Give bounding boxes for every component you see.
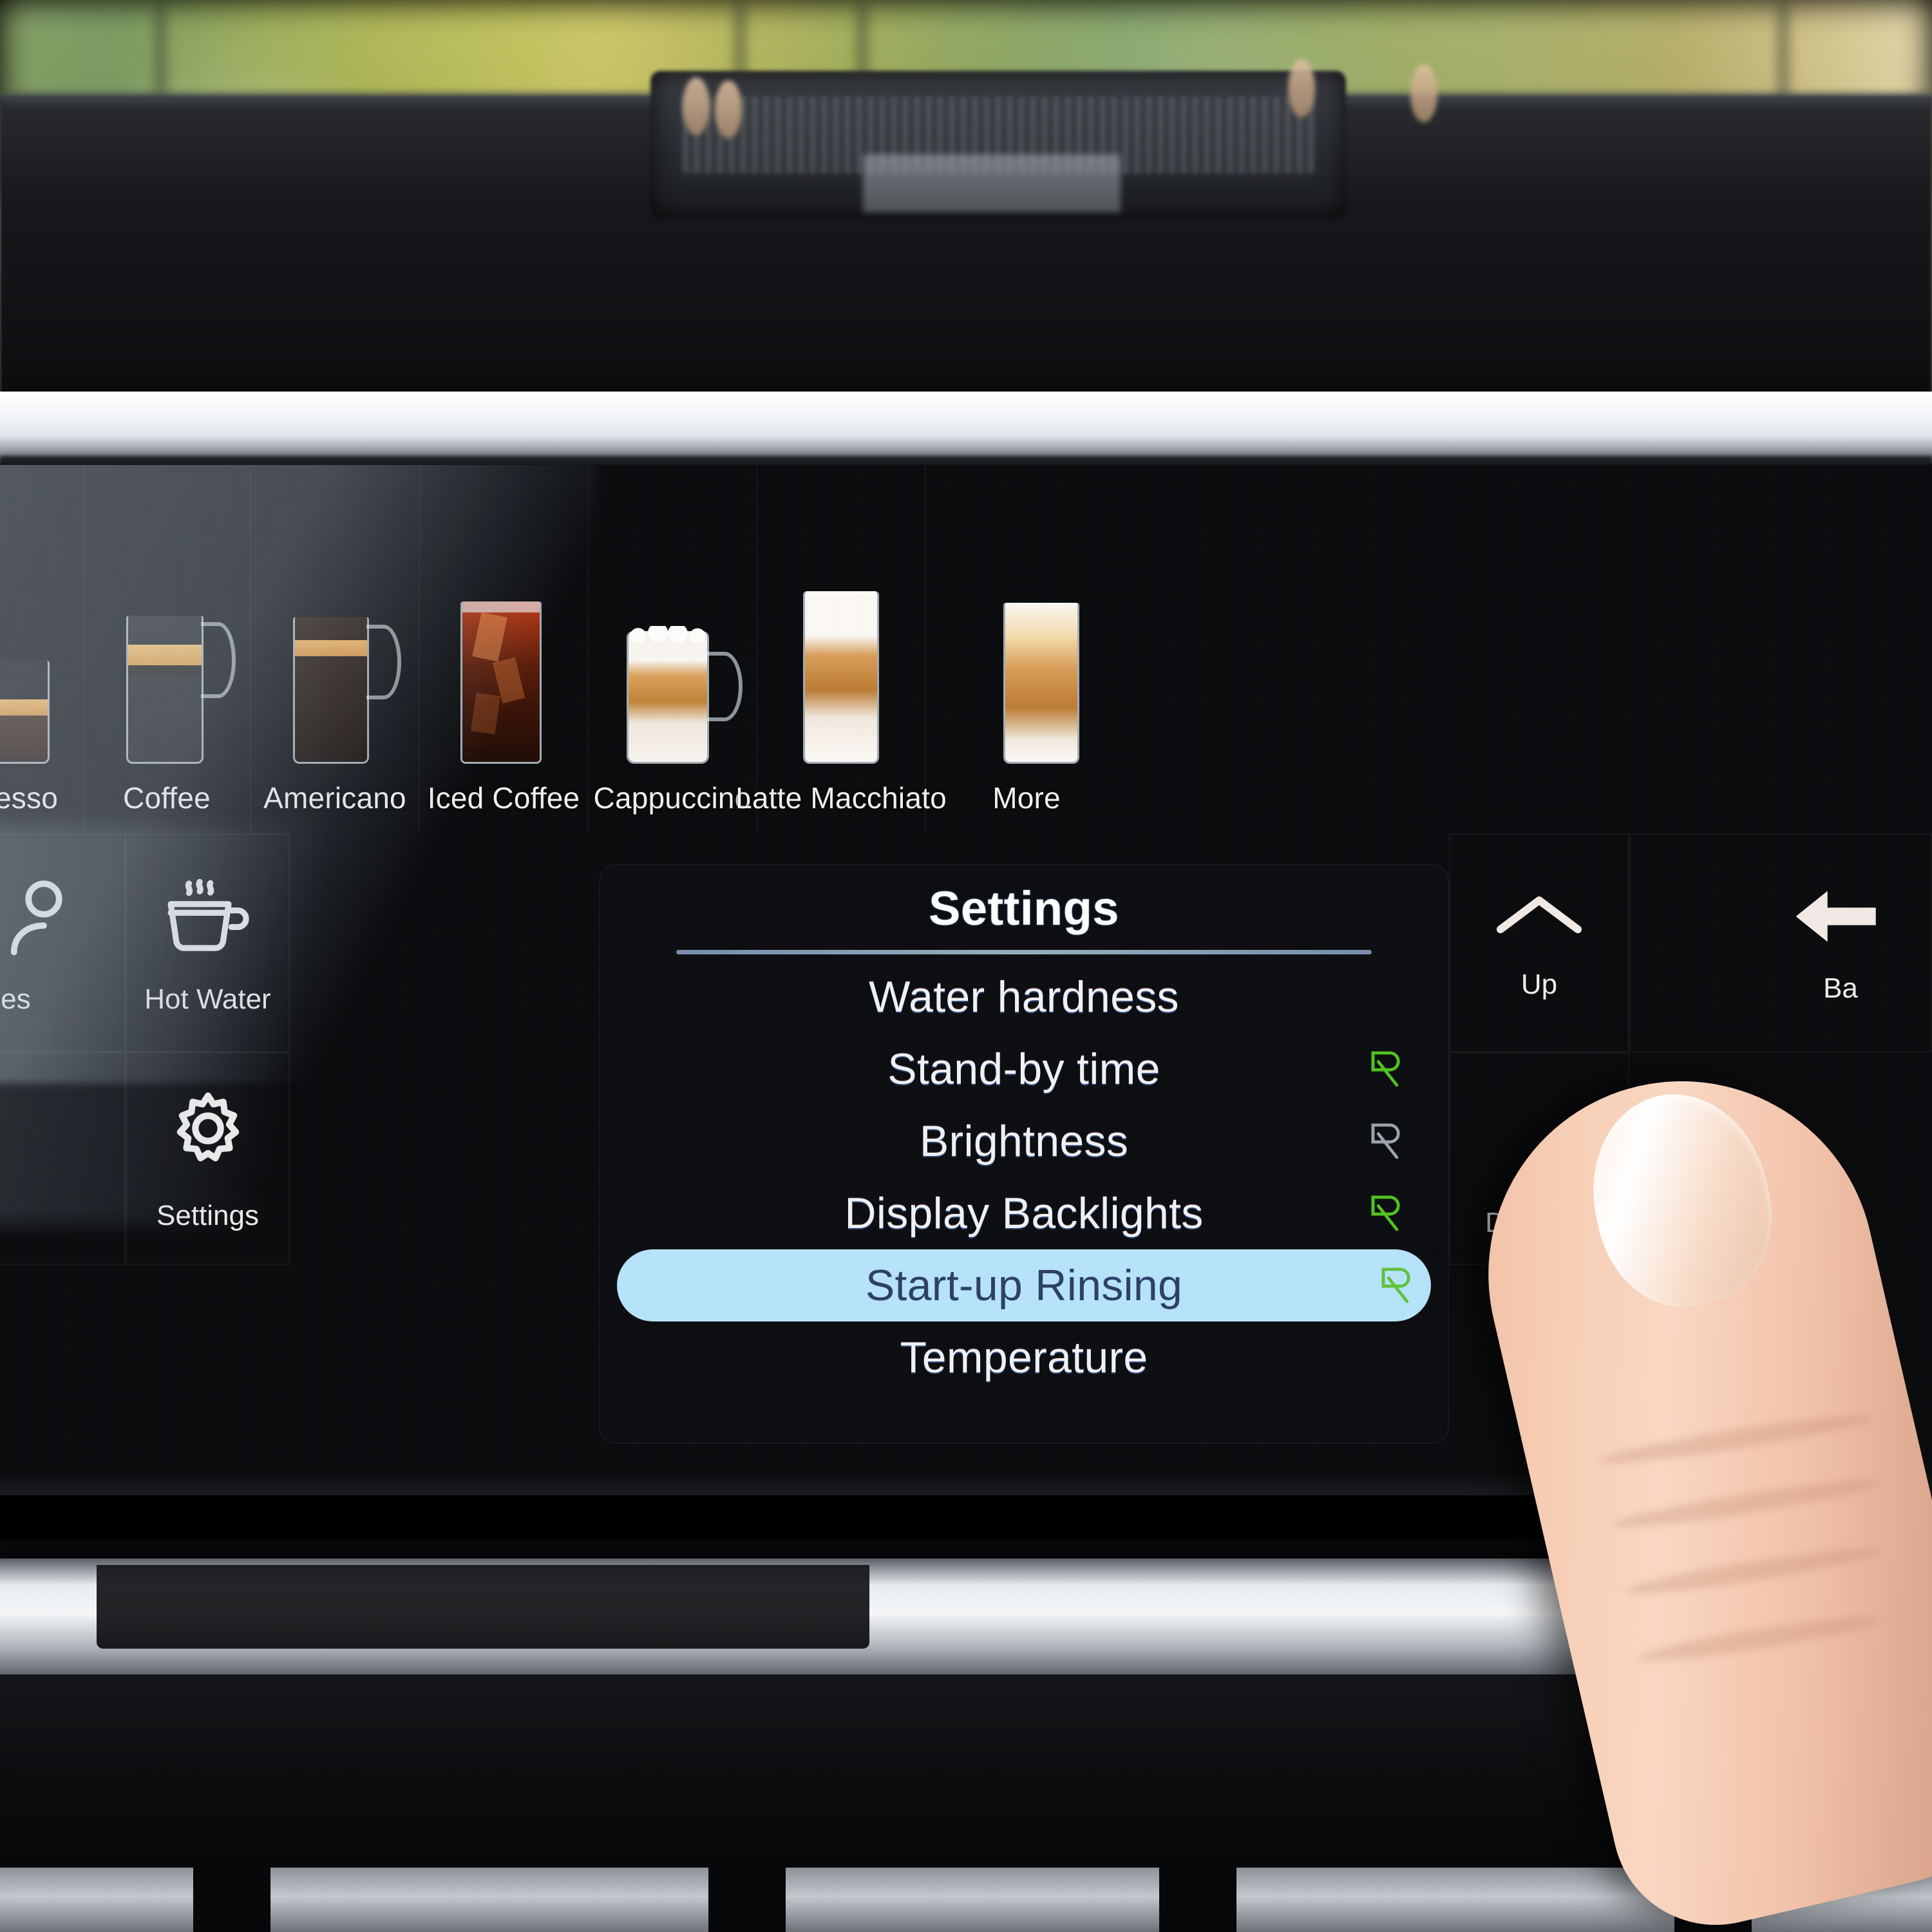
chevron-up-icon (1496, 896, 1582, 934)
settings-item-brightness[interactable]: Brightness (627, 1105, 1421, 1177)
eco-leaf-icon (1371, 1195, 1400, 1231)
settings-divider (676, 950, 1372, 954)
hopper-pin (1288, 59, 1315, 117)
nav-tile-label: Ba (1823, 972, 1858, 1004)
cappuccino-cup-icon (598, 571, 746, 764)
beverage-tile-more[interactable]: More (926, 465, 1087, 832)
menu-tile-label: les (0, 983, 31, 1015)
iced-coffee-glass-icon (430, 571, 578, 764)
beverage-tile-iced-coffee[interactable]: Iced Coffee (420, 465, 589, 832)
settings-item-stand-by-time[interactable]: Stand-by time (627, 1033, 1421, 1105)
nav-tile-down[interactable]: D (1449, 1052, 1629, 1265)
beverage-label: More (992, 781, 1061, 815)
steaming-cup-icon (167, 878, 249, 951)
beverage-label: Coffee (123, 781, 211, 815)
beverage-label: Iced Coffee (427, 781, 580, 815)
touch-display[interactable]: esso Coffee Americano Iced Coffee Cappuc… (0, 465, 1932, 1470)
eco-leaf-icon (1371, 1051, 1400, 1087)
machine-front-panel (0, 1674, 1932, 1887)
settings-item-label: Water hardness (869, 972, 1179, 1021)
menu-tile-label: Settings (156, 1200, 259, 1231)
hopper-tab (863, 155, 1121, 213)
more-beverages-icon (933, 571, 1081, 764)
display-bottom-bezel (0, 1470, 1932, 1495)
settings-list: Water hardness Stand-by time Brightness (599, 961, 1449, 1394)
beverage-label: Cappuccino (593, 781, 752, 815)
nav-tile-label: D (1485, 1207, 1506, 1238)
settings-item-start-up-rinsing[interactable]: Start-up Rinsing (617, 1249, 1431, 1321)
beverage-tile-cappuccino[interactable]: Cappuccino (589, 465, 757, 832)
hopper-pin (715, 80, 742, 138)
settings-item-label: Brightness (919, 1117, 1129, 1166)
beverage-label: Latte Macchiato (735, 781, 947, 815)
americano-mug-icon (261, 571, 409, 764)
hopper-pin (683, 77, 710, 135)
drip-tray-trim (0, 1868, 1932, 1932)
nav-tile-up[interactable]: Up (1449, 833, 1629, 1052)
beverage-tile-espresso[interactable]: esso (0, 465, 84, 832)
beverage-tile-americano[interactable]: Americano (251, 465, 420, 832)
settings-item-temperature[interactable]: Temperature (627, 1321, 1421, 1394)
beverage-label: esso (0, 781, 58, 815)
settings-item-label: Start-up Rinsing (865, 1261, 1183, 1310)
menu-tile-clean[interactable]: n (0, 1052, 126, 1265)
nav-tile-back[interactable]: Ba (1629, 833, 1932, 1052)
beverage-label: Americano (263, 781, 406, 815)
eco-leaf-icon (1371, 1123, 1400, 1159)
settings-item-label: Temperature (900, 1333, 1148, 1382)
hopper-pin (1410, 64, 1437, 122)
chrome-notch (97, 1565, 869, 1649)
beverage-row: esso Coffee Americano Iced Coffee Cappuc… (0, 465, 1932, 832)
settings-item-label: Display Backlights (844, 1189, 1204, 1238)
menu-tile-profiles[interactable]: les (0, 833, 126, 1052)
chrome-trim-top (0, 392, 1932, 464)
eco-leaf-icon (1381, 1267, 1410, 1303)
menu-tile-label: Hot Water (144, 983, 271, 1015)
settings-panel-title: Settings (929, 882, 1119, 935)
beverage-tile-coffee[interactable]: Coffee (84, 465, 251, 832)
latte-macchiato-glass-icon (767, 571, 915, 764)
settings-panel: Settings Water hardness Stand-by time Br… (599, 864, 1449, 1444)
coffee-mug-icon (93, 571, 241, 764)
settings-item-label: Stand-by time (887, 1045, 1160, 1094)
beverage-tile-latte-macchiato[interactable]: Latte Macchiato (735, 465, 947, 832)
user-profile-icon (10, 880, 62, 956)
right-menu-column: Up Ba D (1449, 833, 1932, 1470)
gear-icon (176, 1092, 239, 1162)
menu-tile-settings[interactable]: Settings (126, 1052, 290, 1265)
settings-item-water-hardness[interactable]: Water hardness (627, 961, 1421, 1033)
menu-tile-hot-water[interactable]: Hot Water (126, 833, 290, 1052)
settings-item-display-backlights[interactable]: Display Backlights (627, 1177, 1421, 1249)
photo-scene: esso Coffee Americano Iced Coffee Cappuc… (0, 0, 1932, 1932)
left-menu-column: les Hot Water n (0, 833, 489, 1470)
arrow-left-icon (1795, 891, 1876, 942)
nav-tile-label: Up (1520, 969, 1558, 1000)
